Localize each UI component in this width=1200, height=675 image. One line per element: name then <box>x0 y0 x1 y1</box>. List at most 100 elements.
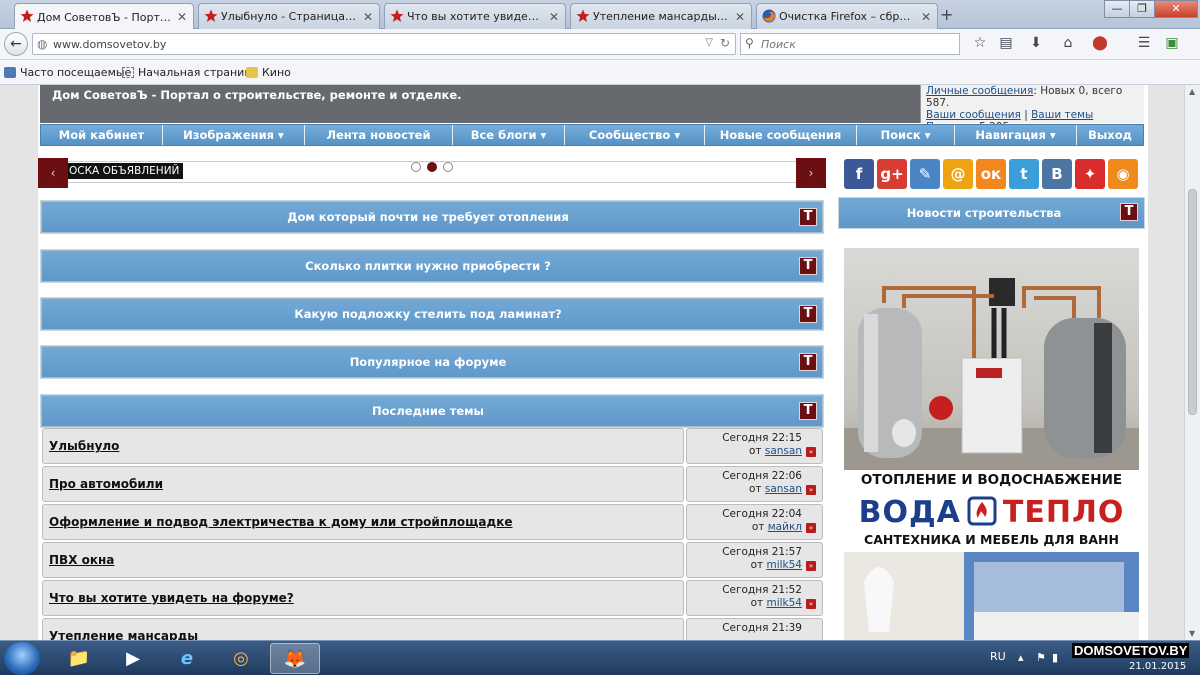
block-tile-amount[interactable]: Сколько плитки нужно приобрести ? Т <box>40 249 824 283</box>
go-to-last-post-icon[interactable]: » <box>806 485 816 495</box>
bookmark-start-page[interactable]: Начальная страница <box>122 66 259 79</box>
nav-images[interactable]: Изображения ▾ <box>163 125 305 145</box>
eye-app-icon[interactable]: ◎ <box>216 643 266 674</box>
topic-link[interactable]: Улыбнуло <box>49 439 119 453</box>
topic-link[interactable]: Оформление и подвод электричества к дому… <box>49 515 513 529</box>
back-button[interactable]: ← <box>4 32 28 56</box>
tray-network-icon[interactable]: ▮ <box>1052 651 1058 664</box>
nav-logout[interactable]: Выход <box>1077 125 1143 145</box>
clock-date[interactable]: 21.01.2015 <box>1129 661 1186 672</box>
collapse-toggle-icon[interactable]: Т <box>1120 203 1138 221</box>
url-bar[interactable]: ◍ ▽ ↻ <box>32 33 736 55</box>
moimir-icon[interactable]: ✦ <box>1075 159 1105 189</box>
block-heating-free-house[interactable]: Дом который почти не требует отопления Т <box>40 200 824 234</box>
googleplus-icon[interactable]: g+ <box>877 159 907 189</box>
collapse-toggle-icon[interactable]: Т <box>799 402 817 420</box>
odnoklassniki-icon[interactable]: ок <box>976 159 1006 189</box>
tab-close-icon[interactable]: ✕ <box>921 10 931 24</box>
twitter-icon[interactable]: t <box>1009 159 1039 189</box>
nav-all-blogs[interactable]: Все блоги ▾ <box>453 125 565 145</box>
topic-link[interactable]: Что вы хотите увидеть на форуме? <box>49 591 294 605</box>
topic-author-link[interactable]: sansan <box>765 483 802 495</box>
go-to-last-post-icon[interactable]: » <box>806 561 816 571</box>
search-input[interactable] <box>761 36 951 52</box>
advertisement-banner[interactable]: ОТОПЛЕНИЕ И ВОДОСНАБЖЕНИЕ ВОДА ТЕПЛО САН… <box>844 248 1139 640</box>
bookmark-kino[interactable]: Кино <box>246 66 291 79</box>
media-player-icon[interactable]: ▶ <box>108 643 158 674</box>
scroll-down-icon[interactable]: ▼ <box>1189 629 1195 638</box>
explorer-icon[interactable]: 📁 <box>54 643 104 674</box>
download-icon[interactable]: ⬇ <box>1026 35 1046 51</box>
topic-author-link[interactable]: sansan <box>765 445 802 457</box>
block-latest-topics[interactable]: Последние темы Т <box>40 394 824 428</box>
collapse-toggle-icon[interactable]: Т <box>799 305 817 323</box>
page-scrollbar[interactable]: ▲ ▼ <box>1184 85 1200 640</box>
topic-link[interactable]: ПВХ окна <box>49 553 114 567</box>
topic-author-link[interactable]: milk54 <box>766 597 802 609</box>
slider-prev-button[interactable]: ‹ <box>38 158 68 188</box>
maximize-button[interactable]: ❐ <box>1129 0 1155 18</box>
slider-dot[interactable] <box>443 162 453 172</box>
search-bar[interactable]: ⚲ <box>740 33 960 55</box>
slider-dot-active[interactable] <box>427 162 437 172</box>
reload-icon[interactable]: ↻ <box>720 36 730 50</box>
block-construction-news[interactable]: Новости строительства Т <box>838 197 1145 229</box>
go-to-last-post-icon[interactable]: » <box>806 599 816 609</box>
new-tab-button[interactable]: + <box>940 5 953 24</box>
nav-search[interactable]: Поиск ▾ <box>857 125 955 145</box>
your-posts-link[interactable]: Ваши сообщения <box>926 109 1021 121</box>
language-indicator[interactable]: RU <box>990 650 1006 663</box>
firefox-taskbar-icon[interactable]: 🦊 <box>270 643 320 674</box>
tab-close-icon[interactable]: ✕ <box>549 10 559 24</box>
scroll-thumb[interactable] <box>1188 189 1197 415</box>
nav-my-cabinet[interactable]: Мой кабинет <box>41 125 163 145</box>
nav-community[interactable]: Сообщество ▾ <box>565 125 705 145</box>
url-input[interactable] <box>53 36 693 52</box>
topic-link[interactable]: Утепление мансарды <box>49 629 198 640</box>
slider-dot[interactable] <box>411 162 421 172</box>
topic-author-link[interactable]: milk54 <box>766 559 802 571</box>
nav-new-messages[interactable]: Новые сообщения <box>705 125 857 145</box>
adblock-icon[interactable]: ⬤ <box>1090 35 1110 51</box>
topic-link[interactable]: Про автомобили <box>49 477 163 491</box>
page-viewport[interactable]: Дом СоветовЪ - Портал о строительстве, р… <box>0 85 1184 640</box>
bookmark-star-icon[interactable]: ☆ <box>970 35 990 51</box>
menu-icon[interactable]: ☰ <box>1134 35 1154 51</box>
tab-uteplenie[interactable]: Утепление мансарды - Ст... ✕ <box>570 3 752 29</box>
close-window-button[interactable]: ✕ <box>1154 0 1198 18</box>
topic-author-link[interactable]: майкл <box>768 521 802 533</box>
chevron-down-icon[interactable]: ▽ <box>705 37 713 48</box>
addon-icon[interactable]: ▣ <box>1162 35 1182 51</box>
collapse-toggle-icon[interactable]: Т <box>799 353 817 371</box>
home-icon[interactable]: ⌂ <box>1058 35 1078 51</box>
internet-explorer-icon[interactable]: e <box>162 643 212 674</box>
mailru-icon[interactable]: @ <box>943 159 973 189</box>
collapse-toggle-icon[interactable]: Т <box>799 257 817 275</box>
messages-link[interactable]: Личные сообщения <box>926 85 1033 97</box>
scroll-up-icon[interactable]: ▲ <box>1189 87 1195 96</box>
slider-next-button[interactable]: › <box>796 158 826 188</box>
facebook-icon[interactable]: f <box>844 159 874 189</box>
tab-close-icon[interactable]: ✕ <box>177 10 187 24</box>
go-to-last-post-icon[interactable]: » <box>806 523 816 533</box>
tab-domsovetov[interactable]: Дом СоветовЪ - Портал о... ✕ <box>14 3 194 30</box>
start-button[interactable] <box>4 642 40 675</box>
tab-ulybnulo[interactable]: Улыбнуло - Страница 475... ✕ <box>198 3 380 29</box>
minimize-button[interactable]: — <box>1104 0 1130 18</box>
nav-news-feed[interactable]: Лента новостей <box>305 125 453 145</box>
vkontakte-icon[interactable]: В <box>1042 159 1072 189</box>
livejournal-icon[interactable]: ✎ <box>910 159 940 189</box>
block-laminate-underlay[interactable]: Какую подложку стелить под ламинат? Т <box>40 297 824 331</box>
tray-arrow-icon[interactable]: ▴ <box>1018 651 1024 664</box>
bookmark-most-visited[interactable]: Часто посещаемые <box>4 66 131 79</box>
tab-firefox-reset[interactable]: Очистка Firefox – сброс д... ✕ <box>756 3 938 29</box>
tray-flag-icon[interactable]: ⚑ <box>1036 651 1046 664</box>
rss-icon[interactable]: ◉ <box>1108 159 1138 189</box>
block-popular-forum[interactable]: Популярное на форуме Т <box>40 345 824 379</box>
go-to-last-post-icon[interactable]: » <box>806 447 816 457</box>
tab-close-icon[interactable]: ✕ <box>363 10 373 24</box>
tab-chto-vy-hotite[interactable]: Что вы хотите увидеть на ... ✕ <box>384 3 566 29</box>
tab-close-icon[interactable]: ✕ <box>735 10 745 24</box>
bookmarks-list-icon[interactable]: ▤ <box>996 35 1016 51</box>
nav-navigation[interactable]: Навигация ▾ <box>955 125 1077 145</box>
